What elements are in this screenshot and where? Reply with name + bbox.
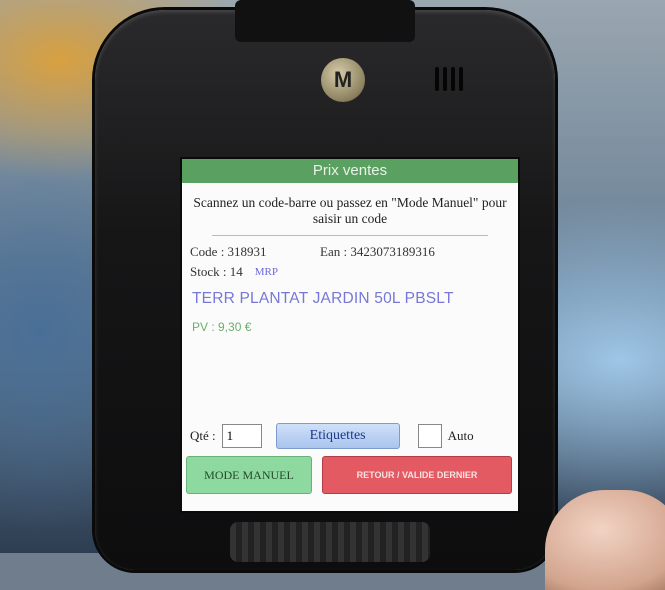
code-value: Code : 318931 — [190, 244, 267, 259]
instruction-text: Scannez un code-barre ou passez en "Mode… — [193, 195, 507, 226]
retour-valide-button[interactable]: RETOUR / VALIDE DERNIER — [322, 456, 512, 494]
quantity-row: Qté : Etiquettes Auto — [190, 421, 510, 451]
device-keypad — [230, 522, 430, 562]
divider — [212, 235, 488, 236]
quantity-input[interactable] — [221, 424, 262, 448]
speaker-grille — [435, 67, 467, 93]
brand-logo-icon: M — [321, 58, 365, 102]
action-buttons: MODE MANUEL RETOUR / VALIDE DERNIER — [186, 456, 512, 494]
mode-manuel-button[interactable]: MODE MANUEL — [186, 456, 312, 494]
stock-value: Stock : 14 — [190, 264, 243, 279]
device-screen: Prix ventes Scannez un code-barre ou pas… — [180, 157, 520, 513]
auto-checkbox[interactable] — [417, 424, 442, 448]
code-row: Code : 318931 Ean : 3423073189316 — [190, 242, 510, 262]
price-value: PV : 9,30 € — [192, 320, 252, 334]
ean-value: Ean : 3423073189316 — [320, 244, 435, 259]
etiquettes-button[interactable]: Etiquettes — [275, 423, 400, 449]
device-clip — [235, 0, 415, 42]
product-name: TERR PLANTAT JARDIN 50L PBSLT — [192, 290, 454, 307]
mrp-label: MRP — [254, 266, 278, 278]
auto-label: Auto — [447, 428, 474, 443]
stock-row: Stock : 14 MRP — [190, 262, 510, 282]
qte-label: Qté : — [190, 428, 216, 443]
app-title: Prix ventes — [182, 159, 518, 183]
